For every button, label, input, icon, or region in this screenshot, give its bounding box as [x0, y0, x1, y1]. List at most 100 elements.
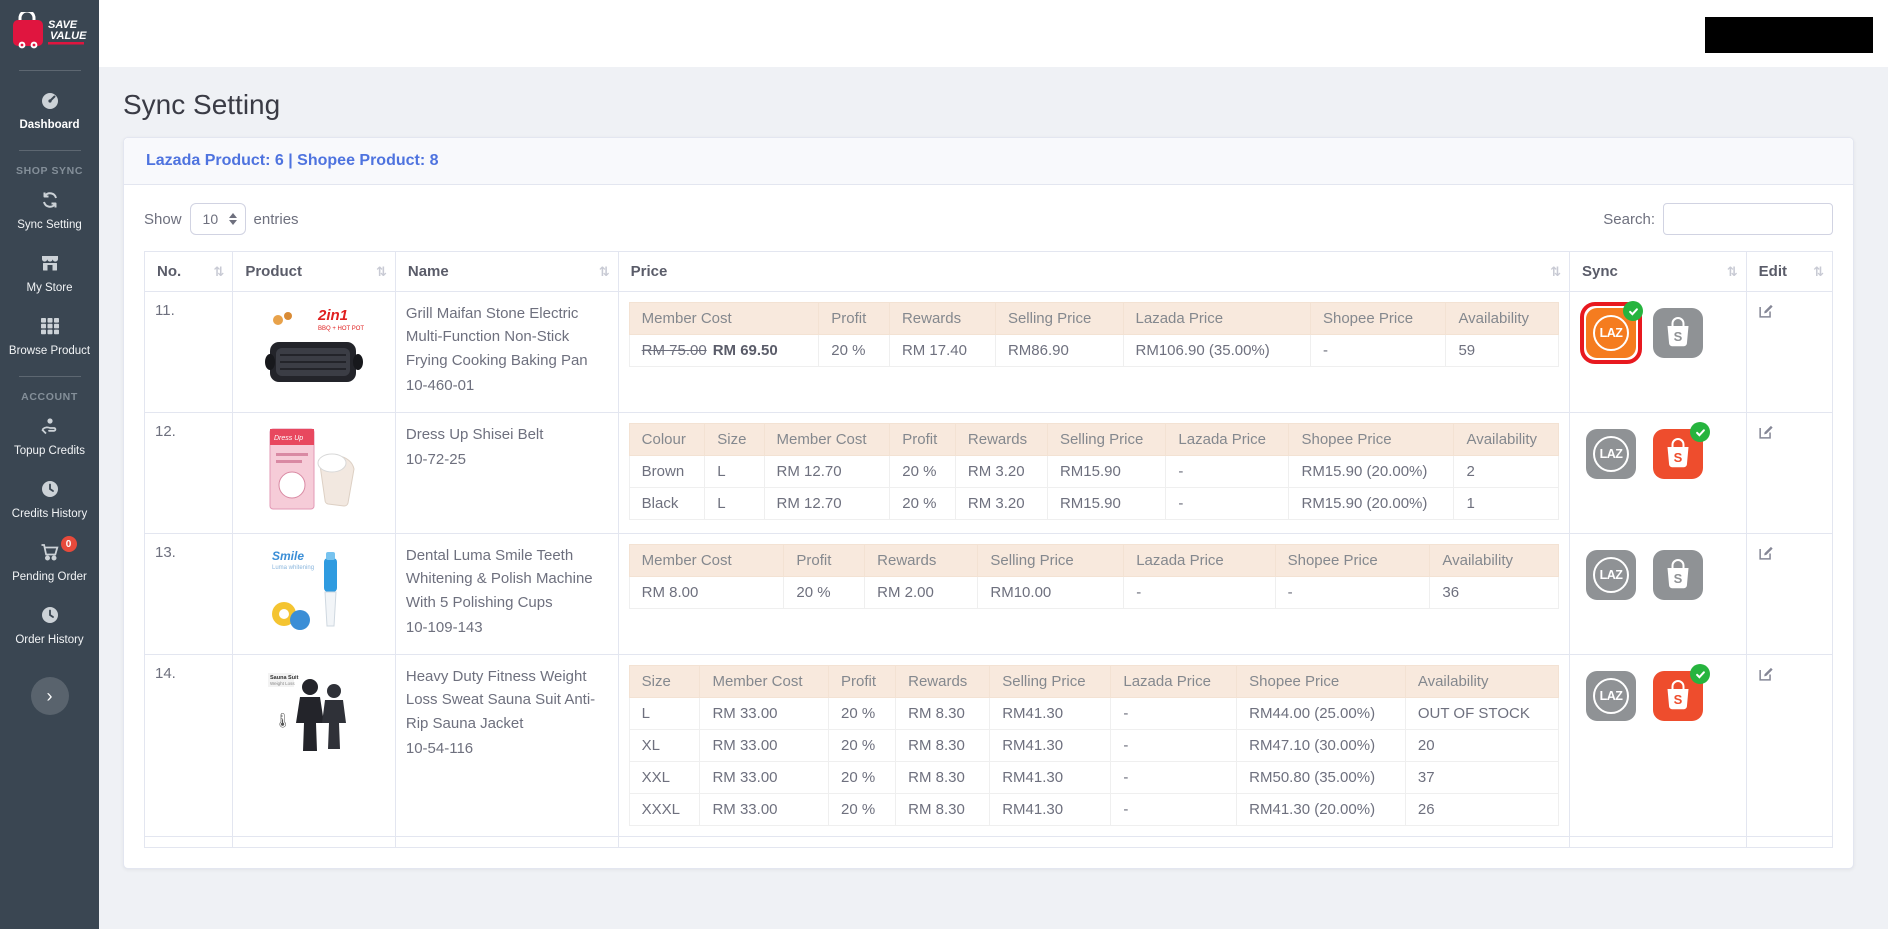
edit-pencil-icon — [1759, 425, 1773, 439]
price-value: - — [1110, 729, 1238, 762]
price-value: 20 % — [828, 697, 897, 730]
column-header-name[interactable]: Name ⇅ — [394, 251, 619, 292]
main-content: Sync Setting Lazada Product: 6 | Shopee … — [99, 67, 1888, 929]
price-col-membercost: Member Cost — [628, 544, 785, 577]
price-value: RM 3.20 — [954, 455, 1048, 488]
edit-button[interactable] — [1757, 423, 1775, 444]
sidebar-collapse-button[interactable]: › — [30, 677, 69, 715]
shopee-sync-button[interactable]: S — [1653, 664, 1711, 721]
sidebar-item-browse-product[interactable]: Browse Product — [0, 305, 99, 368]
sort-icon: ⇅ — [598, 264, 610, 279]
shopee-icon: S — [1662, 315, 1694, 352]
sidebar-item-credits-history[interactable]: Credits History — [0, 468, 99, 531]
shopee-icon: S — [1662, 436, 1694, 473]
check-icon — [1695, 428, 1705, 437]
column-header-label: Product — [245, 263, 302, 280]
synced-check-badge — [1690, 422, 1711, 442]
price-col-rewards: Rewards — [895, 665, 991, 698]
lazada-icon: LAZ — [1593, 678, 1630, 714]
price-col-size: Size — [628, 665, 701, 698]
check-icon — [1628, 307, 1638, 316]
price-col-shopeeprice: Shopee Price — [1274, 544, 1431, 577]
edit-button[interactable] — [1757, 302, 1775, 323]
lazada-icon: LAZ — [1593, 315, 1630, 351]
sidebar-item-label: Credits History — [11, 508, 88, 520]
price-value: 20 % — [828, 729, 897, 762]
lazada-icon: LAZ — [1593, 557, 1630, 593]
sync-button-wrap: LAZ — [1580, 544, 1642, 606]
sidebar-divider — [18, 150, 81, 151]
lazada-sync-button[interactable]: LAZ — [1586, 429, 1637, 479]
sidebar-item-topup-credits[interactable]: Topup Credits — [0, 405, 99, 468]
product-name-cell: Dental Luma Smile Teeth Whitening & Poli… — [394, 533, 619, 655]
price-value: RM 2.00 — [864, 576, 979, 609]
svg-text:Luma whitening: Luma whitening — [272, 565, 314, 571]
new-price: RM 69.50 — [712, 342, 778, 359]
product-sku: 10-109-143 — [405, 618, 483, 636]
cart-icon: 0 — [39, 536, 77, 562]
page-size-select[interactable]: 10 — [202, 211, 219, 227]
price-col-size: Size — [704, 423, 765, 456]
lazada-sync-button[interactable]: LAZ — [1586, 671, 1637, 721]
price-value: XL — [628, 729, 701, 762]
price-col-sellingprice: Selling Price — [989, 665, 1112, 698]
sidebar-item-sync-setting[interactable]: Sync Setting — [0, 179, 99, 242]
sidebar-item-my-store[interactable]: My Store — [0, 242, 99, 305]
card-header: Lazada Product: 6 | Shopee Product: 8 — [124, 138, 1853, 185]
price-row: Black L RM 12.70 20 % RM 3.20 RM15.90- RM15.90… — [628, 487, 1560, 520]
price-value: - — [1110, 697, 1238, 730]
show-label: Show — [144, 210, 182, 228]
shopee-sync-button[interactable]: S — [1653, 422, 1711, 479]
price-col-membercost: Member Cost — [763, 423, 891, 456]
sidebar-item-dashboard[interactable]: Dashboard — [0, 79, 99, 142]
price-value: L — [628, 697, 701, 730]
price-value: 59 — [1445, 334, 1560, 367]
product-sku: 10-72-25 — [405, 451, 466, 469]
edit-button[interactable] — [1757, 665, 1775, 686]
price-table: Member Cost Profit Rewards Selling Price Laz… — [628, 302, 1560, 367]
sync-buttons: LAZ S — [1580, 664, 1736, 727]
app-logo[interactable]: SAVE VALUE — [0, 0, 99, 62]
column-header-no[interactable]: No. ⇅ — [143, 251, 234, 292]
user-menu-redacted[interactable] — [1705, 17, 1873, 53]
product-name-cell: Grill Maifan Stone Electric Multi-Functi… — [394, 291, 619, 413]
shopee-icon: S — [1662, 557, 1694, 594]
lazada-sync-button[interactable]: LAZ — [1586, 550, 1637, 600]
lazada-sync-button[interactable]: LAZ — [1586, 301, 1644, 358]
edit-pencil-icon — [1759, 304, 1773, 318]
search-input[interactable] — [1663, 203, 1833, 235]
shopee-sync-button[interactable]: S — [1653, 550, 1704, 600]
column-header-product[interactable]: Product ⇅ — [232, 251, 396, 292]
svg-text:Weight Loss: Weight Loss — [270, 681, 295, 686]
shopee-sync-button[interactable]: S — [1653, 308, 1704, 358]
sidebar-item-order-history[interactable]: Order History — [0, 594, 99, 657]
product-sku: 10-460-01 — [405, 376, 475, 394]
price-value: RM 33.00 — [699, 697, 830, 730]
sort-icon: ⇅ — [1726, 264, 1738, 279]
sidebar-item-pending-order[interactable]: 0 Pending Order — [0, 531, 99, 594]
clock-icon — [39, 479, 61, 499]
partial-cell — [394, 836, 619, 848]
price-row: RM 75.00 RM 69.50 20 % RM 17.40 RM86.90 RM106… — [628, 334, 1560, 367]
price-col-rewards: Rewards — [864, 544, 979, 577]
sync-setting-card: Lazada Product: 6 | Shopee Product: 8 Sh… — [123, 137, 1854, 869]
sync-highlight-outline: LAZ — [1580, 301, 1644, 364]
price-cell: Colour Size Member Cost Profit Rewards Sellin… — [617, 412, 1571, 534]
sync-button-wrap: S — [1647, 664, 1711, 727]
price-col-lazadaprice: Lazada Price — [1110, 665, 1238, 698]
product-name: Dental Luma Smile Teeth Whitening & Poli… — [405, 547, 593, 611]
edit-button[interactable] — [1757, 544, 1775, 565]
sidebar-item-label: My Store — [26, 282, 73, 294]
column-header-sync[interactable]: Sync ⇅ — [1569, 251, 1747, 292]
edit-pencil-icon — [1759, 667, 1773, 681]
partial-cell — [232, 836, 396, 848]
price-col-shopeeprice: Shopee Price — [1309, 302, 1447, 335]
partial-cell — [143, 836, 234, 848]
product-image-grill: 2in1 BBQ + HOT POT — [262, 302, 367, 398]
column-header-price[interactable]: Price ⇅ — [617, 251, 1571, 292]
price-col-sellingprice: Selling Price — [977, 544, 1125, 577]
edit-cell — [1745, 412, 1834, 534]
price-col-profit: Profit — [818, 302, 890, 335]
column-header-edit[interactable]: Edit ⇅ — [1745, 251, 1834, 292]
price-value: RM10.00 — [977, 576, 1125, 609]
